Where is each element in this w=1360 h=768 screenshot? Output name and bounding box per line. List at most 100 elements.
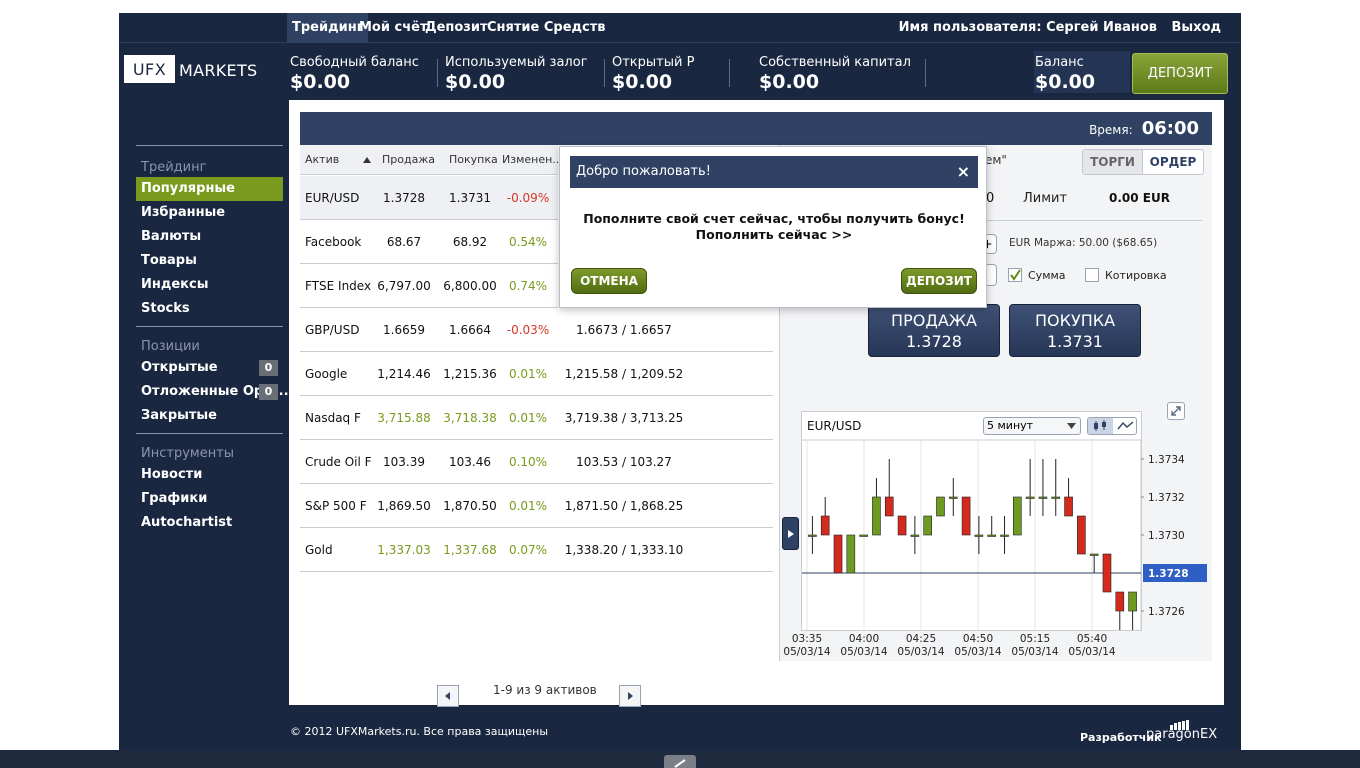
sidebar-item-favorites[interactable]: Избранные xyxy=(136,201,283,225)
table-row[interactable]: EUR/USD 1.3728 1.3731 -0.09% xyxy=(300,176,558,220)
sidebar-item-news[interactable]: Новости xyxy=(136,463,283,487)
cell-change: 0.10% xyxy=(508,455,548,469)
x-tick-time: 05:40 xyxy=(1077,633,1107,645)
sidebar-item-stocks[interactable]: Stocks xyxy=(136,297,283,321)
stat-value: $0.00 xyxy=(445,71,506,93)
table-row[interactable]: FTSE Index 6,797.00 6,800.00 0.74% xyxy=(300,264,558,308)
stat-value: $0.00 xyxy=(612,71,673,93)
sidebar-heading-positions: Позиции xyxy=(141,339,200,354)
username-label: Имя пользователя: Сергей Иванов xyxy=(898,20,1157,35)
candle-body xyxy=(820,515,830,536)
column-header-sell[interactable]: Продажа xyxy=(382,145,435,175)
cell-sell: 103.39 xyxy=(383,455,425,469)
nav-withdraw[interactable]: Снятие Средств xyxy=(482,13,611,43)
sidebar-item-pending[interactable]: Отложенные Орд... 0 xyxy=(136,380,289,404)
timer-label: Время: xyxy=(1089,123,1133,137)
cell-change: 0.01% xyxy=(508,411,548,425)
cell-range: 1.6673 / 1.6657 xyxy=(576,323,672,337)
table-row[interactable]: S&P 500 F 1,869.50 1,870.50 0.01% 1,871.50 /… xyxy=(300,484,773,528)
candle-body xyxy=(1115,591,1125,612)
cell-buy: 103.46 xyxy=(449,455,491,469)
current-price-label: 1.3728 xyxy=(1148,568,1189,580)
stat-label: Используемый залог xyxy=(445,55,588,70)
sidebar-item-closed[interactable]: Закрытые xyxy=(136,404,283,428)
developer-brand: paragonEX xyxy=(1146,720,1217,742)
cell-buy: 3,718.38 xyxy=(443,411,497,425)
pen-icon xyxy=(674,759,686,768)
cell-change: 0.07% xyxy=(508,543,548,557)
quote-checkbox[interactable] xyxy=(1085,268,1099,282)
column-header-buy[interactable]: Покупка xyxy=(449,145,498,175)
sidebar-item-open[interactable]: Открытые 0 xyxy=(136,356,283,380)
stat-label: Баланс xyxy=(1035,55,1084,70)
cell-range: 1,871.50 / 1,868.25 xyxy=(564,499,684,513)
sidebar-item-currencies[interactable]: Валюты xyxy=(136,225,283,249)
price-chart: EUR/USD 5 минут 03:35 05/03/14 04:00 05/03/… xyxy=(783,411,1207,658)
sidebar-item-autochartist[interactable]: Autochartist xyxy=(136,511,283,535)
cell-asset: FTSE Index xyxy=(305,279,372,293)
sell-button[interactable]: ПРОДАЖА 1.3728 xyxy=(868,304,1000,357)
tab-order[interactable]: ОРДЕР xyxy=(1143,150,1203,174)
sidebar-item-label: Закрытые xyxy=(141,408,218,423)
table-row[interactable]: GBP/USD 1.6659 1.6664 -0.03% 1.6673 / 1.6657 xyxy=(300,308,773,352)
sidebar: Трейдинг Популярные Избранные Валюты Тов… xyxy=(136,143,289,535)
candle-body xyxy=(961,496,971,536)
sidebar-item-popular[interactable]: Популярные xyxy=(136,177,283,201)
cell-asset: EUR/USD xyxy=(305,191,360,205)
prev-page-button[interactable] xyxy=(437,685,459,707)
cell-asset: GBP/USD xyxy=(305,323,360,337)
modal-message[interactable]: Пополните свой счет сейчас, чтобы получи… xyxy=(580,211,968,243)
cell-asset: Nasdaq F xyxy=(305,411,361,425)
cell-asset: Google xyxy=(305,367,348,381)
sidebar-item-charts[interactable]: Графики xyxy=(136,487,283,511)
taskbar-pen-button[interactable] xyxy=(664,755,696,768)
tab-trades[interactable]: ТОРГИ xyxy=(1083,150,1143,174)
stat-label: Открытый Р xyxy=(612,55,695,70)
buy-price: 1.3731 xyxy=(1047,332,1103,351)
table-row[interactable]: Google 1,214.46 1,215.36 0.01% 1,215.58 / 1,… xyxy=(300,352,773,396)
column-header-change[interactable]: Изменен... xyxy=(502,145,563,175)
sidebar-item-commodities[interactable]: Товары xyxy=(136,249,283,273)
x-tick-date: 05/03/14 xyxy=(1068,646,1115,658)
candle-body xyxy=(808,534,817,537)
stat-divider xyxy=(729,59,730,87)
table-row[interactable]: Gold 1,337.03 1,337.68 0.07% 1,338.20 / 1,33… xyxy=(300,528,773,572)
column-header-asset[interactable]: Актив xyxy=(305,145,339,175)
candle-body xyxy=(1051,496,1061,499)
count-badge: 0 xyxy=(259,360,278,376)
logout-link[interactable]: Выход xyxy=(1172,13,1221,43)
deposit-button[interactable]: ДЕПОЗИТ xyxy=(1132,53,1228,94)
cell-change: 0.01% xyxy=(508,367,548,381)
sidebar-item-indices[interactable]: Индексы xyxy=(136,273,283,297)
table-row[interactable]: Crude Oil F 103.39 103.46 0.10% 103.53 / 103… xyxy=(300,440,773,484)
logo-box: UFX xyxy=(124,55,175,83)
arrow-right-icon xyxy=(628,692,633,700)
buy-button[interactable]: ПОКУПКА 1.3731 xyxy=(1009,304,1141,357)
stat-divider xyxy=(604,59,605,87)
candle-body xyxy=(974,534,984,537)
cell-asset: Crude Oil F xyxy=(305,455,372,469)
candle-body xyxy=(1089,553,1099,556)
sidebar-divider xyxy=(136,326,283,327)
cell-sell: 1,337.03 xyxy=(377,543,431,557)
amount-checkbox[interactable] xyxy=(1008,268,1022,282)
next-page-button[interactable] xyxy=(619,685,641,707)
candle-body xyxy=(1128,591,1137,612)
cancel-button[interactable]: ОТМЕНА xyxy=(571,268,647,294)
candle-body xyxy=(1102,553,1112,593)
timer-value: 06:00 xyxy=(1141,118,1199,139)
ufx-logo: UFX MARKETS xyxy=(124,55,257,83)
modal-title: Добро пожаловать! xyxy=(576,164,711,179)
collapse-panel-button[interactable] xyxy=(782,517,799,550)
modal-deposit-button[interactable]: ДЕПОЗИТ xyxy=(901,268,977,294)
table-row[interactable]: Nasdaq F 3,715.88 3,718.38 0.01% 3,719.38 / … xyxy=(300,396,773,440)
cell-sell: 1,869.50 xyxy=(377,499,431,513)
cell-sell: 3,715.88 xyxy=(377,411,431,425)
x-tick-date: 05/03/14 xyxy=(783,646,830,658)
cell-buy: 1,337.68 xyxy=(443,543,497,557)
arrow-left-icon xyxy=(445,692,450,700)
close-icon[interactable]: × xyxy=(957,156,970,188)
table-row[interactable]: Facebook 68.67 68.92 0.54% xyxy=(300,220,558,264)
sort-ascending-icon[interactable] xyxy=(363,157,371,163)
cell-range: 103.53 / 103.27 xyxy=(576,455,672,469)
